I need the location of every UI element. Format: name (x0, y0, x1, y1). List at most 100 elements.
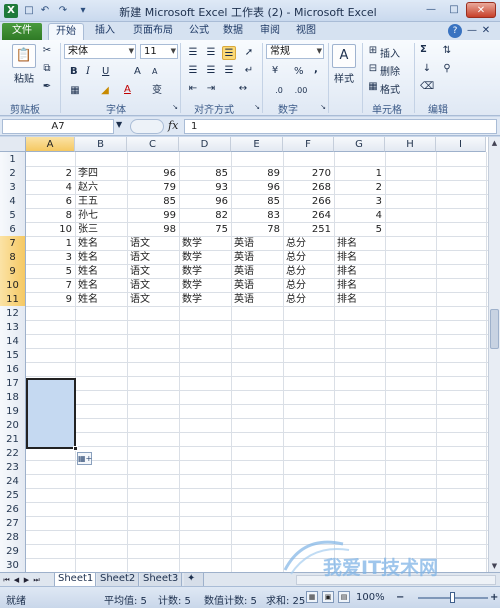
cell-e3[interactable]: 96 (231, 180, 283, 195)
last-sheet-icon[interactable]: ⏭ (32, 574, 41, 586)
tab-home[interactable]: 开始 (48, 23, 84, 40)
percent-button[interactable]: % (294, 66, 304, 77)
sort-filter-icon[interactable]: ⇅ (440, 44, 454, 58)
format-cells-button[interactable]: 格式 (380, 81, 400, 96)
scroll-up-icon[interactable]: ▲ (489, 137, 500, 149)
tab-view[interactable]: 视图 (290, 23, 322, 40)
row-header-15[interactable]: 15 (0, 348, 26, 363)
cell-f3[interactable]: 268 (283, 180, 334, 195)
row-header-4[interactable]: 4 (0, 194, 26, 209)
tab-review[interactable]: 审阅 (254, 23, 286, 40)
first-sheet-icon[interactable]: ⏮ (2, 574, 11, 586)
font-color-button[interactable]: A (124, 84, 131, 95)
scroll-thumb[interactable] (490, 309, 499, 349)
column-header-h[interactable]: H (385, 137, 436, 152)
cell-d11[interactable]: 数学 (179, 292, 231, 307)
row-header-14[interactable]: 14 (0, 334, 26, 349)
column-header-a[interactable]: A (26, 137, 75, 152)
column-header-c[interactable]: C (127, 137, 179, 152)
cell-f8[interactable]: 总分 (283, 250, 334, 265)
cell-a4[interactable]: 6 (26, 194, 75, 209)
tab-insert[interactable]: 插入 (88, 23, 122, 40)
cell-g7[interactable]: 排名 (334, 236, 385, 251)
row-header-25[interactable]: 25 (0, 488, 26, 503)
clear-icon[interactable]: ⌫ (420, 80, 434, 94)
cell-d8[interactable]: 数学 (179, 250, 231, 265)
cell-a11[interactable]: 9 (26, 292, 75, 307)
cell-b7[interactable]: 姓名 (75, 236, 127, 251)
styles-button[interactable]: A 样式 (330, 44, 358, 85)
number-format-box[interactable]: 常规 ▼ (266, 44, 324, 59)
row-header-16[interactable]: 16 (0, 362, 26, 377)
underline-button[interactable]: U (102, 66, 109, 77)
column-header-b[interactable]: B (75, 137, 127, 152)
italic-button[interactable]: I (86, 66, 90, 77)
row-header-27[interactable]: 27 (0, 516, 26, 531)
cell-a2[interactable]: 2 (26, 166, 75, 181)
formula-expand-control[interactable] (130, 119, 164, 134)
cell-a8[interactable]: 3 (26, 250, 75, 265)
autofill-options-icon[interactable]: ▦+ (77, 452, 92, 465)
select-all-button[interactable] (0, 137, 26, 152)
font-name-box[interactable]: 宋体 ▼ (64, 44, 136, 59)
cell-g5[interactable]: 4 (334, 208, 385, 223)
cell-b11[interactable]: 姓名 (75, 292, 127, 307)
delete-cells-icon[interactable]: ⊟ (366, 62, 380, 76)
cell-g11[interactable]: 排名 (334, 292, 385, 307)
cell-f7[interactable]: 总分 (283, 236, 334, 251)
cell-c9[interactable]: 语文 (127, 264, 179, 279)
next-sheet-icon[interactable]: ▶ (22, 574, 31, 586)
decrease-decimal-icon[interactable]: .00 (294, 84, 308, 98)
row-header-18[interactable]: 18 (0, 390, 26, 405)
formula-input[interactable]: 1 (184, 119, 497, 134)
cell-b6[interactable]: 张三 (75, 222, 127, 237)
tab-formulas[interactable]: 公式 (184, 23, 214, 40)
cell-g3[interactable]: 2 (334, 180, 385, 195)
cell-c6[interactable]: 98 (127, 222, 179, 237)
sheet-tab-sheet2[interactable]: Sheet2 (97, 573, 139, 586)
find-select-icon[interactable]: ⚲ (440, 62, 454, 76)
row-header-5[interactable]: 5 (0, 208, 26, 223)
cell-c10[interactable]: 语文 (127, 278, 179, 293)
row-header-20[interactable]: 20 (0, 418, 26, 433)
cell-b3[interactable]: 赵六 (75, 180, 127, 195)
prev-sheet-icon[interactable]: ◀ (12, 574, 21, 586)
cell-a9[interactable]: 5 (26, 264, 75, 279)
cell-d4[interactable]: 96 (179, 194, 231, 209)
cell-b5[interactable]: 孙七 (75, 208, 127, 223)
wrap-text-icon[interactable]: ↵ (242, 64, 256, 78)
redo-icon[interactable]: ↷ (56, 4, 70, 18)
column-header-g[interactable]: G (334, 137, 385, 152)
fill-handle[interactable] (73, 446, 78, 451)
align-top-icon[interactable]: ☰ (186, 46, 200, 60)
cell-e11[interactable]: 英语 (231, 292, 283, 307)
worksheet-grid[interactable]: ABCDEFGHI 1 2 3 4 5 6 7 8 9 10 11 12 13 14 15 16 17 18 19 2… (0, 137, 488, 572)
normal-view-icon[interactable]: ▦ (306, 591, 318, 603)
cell-e5[interactable]: 83 (231, 208, 283, 223)
undo-icon[interactable]: ↶ (38, 4, 52, 18)
delete-cells-button[interactable]: 删除 (380, 63, 400, 78)
bold-button[interactable]: B (70, 66, 78, 77)
cell-b10[interactable]: 姓名 (75, 278, 127, 293)
cell-c3[interactable]: 79 (127, 180, 179, 195)
insert-sheet-icon[interactable]: ✦ (184, 573, 204, 586)
column-header-i[interactable]: I (436, 137, 486, 152)
row-header-6[interactable]: 6 (0, 222, 26, 237)
cell-a6[interactable]: 10 (26, 222, 75, 237)
cell-f9[interactable]: 总分 (283, 264, 334, 279)
cell-a7[interactable]: 1 (26, 236, 75, 251)
autosum-button[interactable]: Σ (420, 44, 427, 55)
chevron-down-icon[interactable]: ▼ (116, 120, 122, 129)
cell-c4[interactable]: 85 (127, 194, 179, 209)
format-painter-icon[interactable]: ✒ (40, 80, 54, 94)
cell-g8[interactable]: 排名 (334, 250, 385, 265)
cell-e2[interactable]: 89 (231, 166, 283, 181)
column-header-f[interactable]: F (283, 137, 334, 152)
cell-g6[interactable]: 5 (334, 222, 385, 237)
cell-g10[interactable]: 排名 (334, 278, 385, 293)
cell-d9[interactable]: 数学 (179, 264, 231, 279)
cell-f11[interactable]: 总分 (283, 292, 334, 307)
column-header-e[interactable]: E (231, 137, 283, 152)
row-header-23[interactable]: 23 (0, 460, 26, 475)
tab-file[interactable]: 文件 (2, 23, 42, 40)
